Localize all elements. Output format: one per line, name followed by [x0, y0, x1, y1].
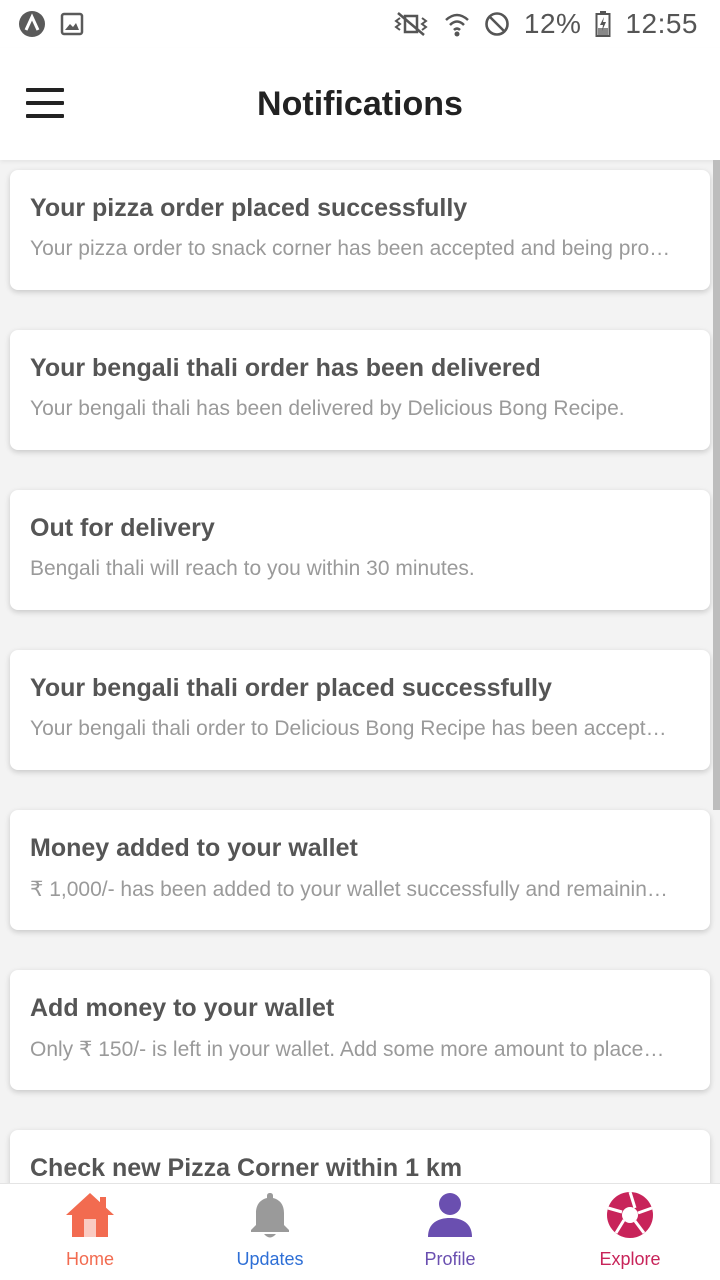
- wifi-icon: [445, 13, 469, 37]
- app-a-icon: [19, 11, 45, 37]
- notification-body: Your bengali thali has been delivered by…: [30, 397, 625, 420]
- notification-body: Only ₹ 150/- is left in your wallet. Add…: [30, 1038, 665, 1061]
- nav-explore[interactable]: Explore: [540, 1184, 720, 1280]
- do-not-disturb-icon: [485, 12, 509, 36]
- nav-updates[interactable]: Updates: [180, 1184, 360, 1280]
- home-icon: [66, 1193, 114, 1237]
- nav-profile[interactable]: Profile: [360, 1184, 540, 1280]
- notification-body: Bengali thali will reach to you within 3…: [30, 557, 475, 580]
- status-bar: 12% 12:55: [0, 0, 720, 48]
- image-icon: [60, 12, 84, 36]
- notification-card[interactable]: Money added to your wallet ₹ 1,000/- has…: [10, 810, 710, 930]
- notification-card[interactable]: Your bengali thali order has been delive…: [10, 330, 710, 450]
- nav-home[interactable]: Home: [0, 1184, 180, 1280]
- clock: 12:55: [625, 8, 698, 39]
- status-left: [18, 10, 84, 38]
- notification-title: Your bengali thali order placed successf…: [30, 674, 552, 702]
- app-bar: Notifications: [0, 48, 720, 160]
- battery-charging-icon: [595, 11, 611, 37]
- nav-label: Profile: [424, 1249, 476, 1269]
- notification-title: Add money to your wallet: [30, 994, 335, 1022]
- notification-title: Out for delivery: [30, 514, 215, 542]
- menu-icon-line: [26, 101, 64, 105]
- nav-label: Home: [65, 1249, 114, 1269]
- scrollbar[interactable]: [713, 160, 720, 810]
- nav-label: Explore: [599, 1249, 661, 1269]
- notification-body: Your pizza order to snack corner has bee…: [30, 237, 671, 260]
- notification-card[interactable]: Your pizza order placed successfully You…: [10, 170, 710, 290]
- notification-list[interactable]: Your pizza order placed successfully You…: [0, 160, 720, 1183]
- notification-card[interactable]: Check new Pizza Corner within 1 km: [10, 1130, 710, 1183]
- battery-percent: 12%: [523, 8, 582, 39]
- bell-icon: [251, 1193, 289, 1238]
- bottom-nav: Home Updates Profile Explore: [0, 1183, 720, 1280]
- menu-icon-line: [26, 88, 64, 92]
- notification-body: Your bengali thali order to Delicious Bo…: [30, 717, 667, 740]
- menu-icon-line: [26, 114, 64, 118]
- nav-label: Updates: [236, 1249, 304, 1269]
- aperture-icon: [607, 1191, 653, 1238]
- page-title: Notifications: [257, 84, 463, 123]
- status-right: 12% 12:55: [392, 8, 698, 40]
- notification-card[interactable]: Out for delivery Bengali thali will reac…: [10, 490, 710, 610]
- notification-body: ₹ 1,000/- has been added to your wallet …: [30, 878, 668, 901]
- person-icon: [428, 1193, 472, 1237]
- notification-title: Your bengali thali order has been delive…: [30, 354, 541, 382]
- notification-card[interactable]: Your bengali thali order placed successf…: [10, 650, 710, 770]
- vibrate-muted-icon: [394, 12, 428, 36]
- notification-title: Check new Pizza Corner within 1 km: [30, 1154, 463, 1182]
- notification-title: Your pizza order placed successfully: [30, 194, 468, 222]
- notification-title: Money added to your wallet: [30, 834, 358, 862]
- menu-icon[interactable]: [26, 88, 64, 118]
- notification-card[interactable]: Add money to your wallet Only ₹ 150/- is…: [10, 970, 710, 1090]
